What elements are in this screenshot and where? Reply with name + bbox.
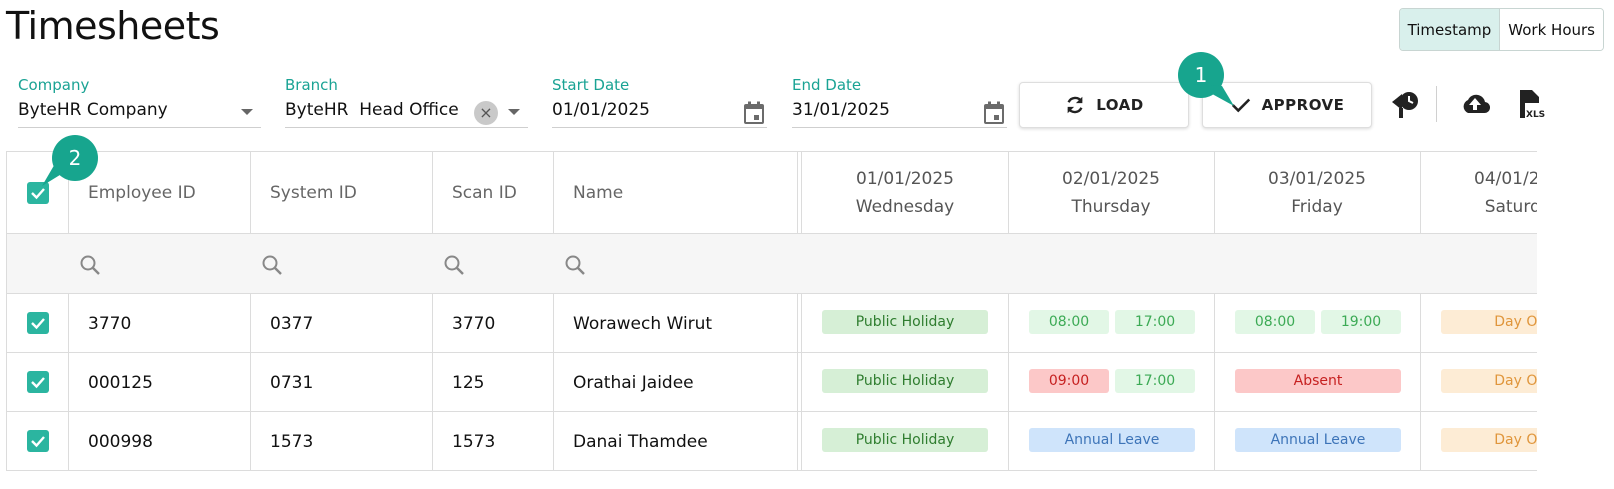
clock-in-badge[interactable]: 08:00 [1235, 310, 1315, 334]
calendar-icon[interactable] [743, 101, 765, 125]
name-cell: Orathai Jaidee [573, 372, 694, 393]
date-column-header: 04/01/2025 Saturday [1420, 165, 1537, 221]
date-label: 03/01/2025 [1268, 169, 1366, 189]
system-id-cell: 0731 [270, 372, 314, 393]
start-date-field[interactable]: Start Date 01/01/2025 [552, 76, 767, 128]
start-date-label: Start Date [552, 76, 630, 94]
toggle-timestamp[interactable]: Timestamp [1399, 9, 1501, 50]
system-id-cell: 1573 [270, 431, 314, 452]
row-checkbox[interactable] [27, 371, 49, 393]
search-icon[interactable] [443, 254, 465, 276]
filter-row [7, 234, 1537, 293]
toggle-work-hours[interactable]: Work Hours [1500, 9, 1603, 50]
date-column-header: 01/01/2025 Wednesday [802, 165, 1008, 221]
column-header-name[interactable]: Name [573, 152, 623, 234]
clock-in-late-badge[interactable]: 09:00 [1029, 369, 1109, 393]
callout-pointer [42, 162, 68, 186]
row-checkbox[interactable] [27, 312, 49, 334]
system-id-cell: 0377 [270, 313, 314, 334]
weekday-label: Wednesday [855, 197, 955, 217]
public-holiday-badge[interactable]: Public Holiday [822, 428, 988, 452]
chevron-down-icon[interactable] [241, 109, 253, 115]
public-holiday-badge[interactable]: Public Holiday [822, 369, 988, 393]
name-cell: Danai Thamdee [573, 431, 708, 452]
svg-text:XLS: XLS [1526, 110, 1545, 120]
date-column-header: 03/01/2025 Friday [1214, 165, 1420, 221]
employee-id-cell: 3770 [88, 313, 132, 334]
scan-id-cell: 3770 [452, 313, 496, 334]
name-cell: Worawech Wirut [573, 313, 713, 334]
history-icon[interactable] [1388, 86, 1424, 122]
callout-pointer [1194, 84, 1234, 106]
clock-out-badge[interactable]: 19:00 [1321, 310, 1401, 334]
weekday-label: Saturday [1484, 197, 1537, 217]
start-date-value: 01/01/2025 [552, 100, 650, 120]
scan-id-cell: 125 [452, 372, 485, 393]
company-label: Company [18, 76, 90, 94]
end-date-field[interactable]: End Date 31/01/2025 [792, 76, 1007, 128]
row-checkbox[interactable] [27, 430, 49, 452]
clock-in-badge[interactable]: 08:00 [1029, 310, 1109, 334]
branch-select[interactable]: Branch ByteHR Head Office × [285, 76, 528, 128]
view-toggle: Timestamp Work Hours [1398, 8, 1604, 51]
xls-file-icon[interactable]: XLS [1513, 86, 1549, 122]
public-holiday-badge[interactable]: Public Holiday [822, 310, 988, 334]
day-off-badge[interactable]: Day Off [1441, 428, 1537, 452]
employee-id-cell: 000125 [88, 372, 153, 393]
search-icon[interactable] [564, 254, 586, 276]
weekday-label: Friday [1291, 197, 1343, 217]
date-label: 02/01/2025 [1062, 169, 1160, 189]
branch-label: Branch [285, 76, 338, 94]
approve-label: APPROVE [1261, 96, 1345, 114]
end-date-label: End Date [792, 76, 862, 94]
date-column-header: 02/01/2025 Thursday [1008, 165, 1214, 221]
day-off-badge[interactable]: Day Off [1441, 310, 1537, 334]
annual-leave-badge[interactable]: Annual Leave [1235, 428, 1401, 452]
column-header-employee-id[interactable]: Employee ID [88, 152, 196, 234]
end-date-value: 31/01/2025 [792, 100, 890, 120]
day-off-badge[interactable]: Day Off [1441, 369, 1537, 393]
refresh-icon [1067, 96, 1083, 114]
absent-badge[interactable]: Absent [1235, 369, 1401, 393]
search-icon[interactable] [79, 254, 101, 276]
timesheet-table: Employee ID System ID Scan ID Name 01/01… [6, 151, 1537, 471]
date-label: 01/01/2025 [856, 169, 954, 189]
chevron-down-icon[interactable] [508, 109, 520, 115]
load-label: LOAD [1096, 96, 1144, 114]
scan-id-cell: 1573 [452, 431, 496, 452]
cloud-upload-icon[interactable] [1457, 86, 1493, 122]
calendar-icon[interactable] [983, 101, 1005, 125]
search-icon[interactable] [261, 254, 283, 276]
column-header-system-id[interactable]: System ID [270, 152, 357, 234]
company-select[interactable]: Company ByteHR Company [18, 76, 261, 128]
weekday-label: Thursday [1071, 197, 1151, 217]
toolbar-divider [1436, 86, 1437, 122]
clock-out-badge[interactable]: 17:00 [1115, 369, 1195, 393]
column-header-scan-id[interactable]: Scan ID [452, 152, 517, 234]
load-button[interactable]: LOAD [1019, 82, 1189, 128]
annual-leave-badge[interactable]: Annual Leave [1029, 428, 1195, 452]
employee-id-cell: 000998 [88, 431, 153, 452]
page-title: Timesheets [6, 4, 220, 48]
date-label: 04/01/2025 [1474, 169, 1537, 189]
clear-icon[interactable]: × [474, 101, 498, 125]
clock-out-badge[interactable]: 17:00 [1115, 310, 1195, 334]
company-value: ByteHR Company [18, 100, 168, 120]
